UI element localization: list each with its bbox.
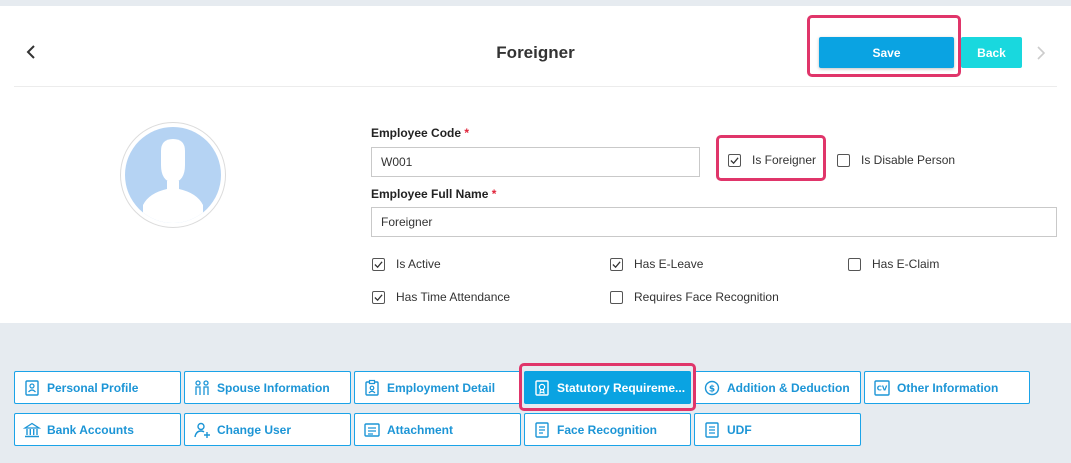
checkmark-icon <box>612 260 621 268</box>
checkmark-icon <box>374 293 383 301</box>
checkbox-box[interactable] <box>848 257 861 271</box>
checkbox-box[interactable] <box>728 153 741 167</box>
cv-icon: CV <box>874 379 890 396</box>
required-mark: * <box>464 126 470 140</box>
bank-icon <box>23 422 41 437</box>
tab-label: Attachment <box>387 422 454 437</box>
profile-card-icon <box>25 379 39 396</box>
tab-label: Statutory Requireme... <box>557 380 686 395</box>
is-active-label: Is Active <box>396 257 441 271</box>
has-e-leave-checkbox[interactable]: Has E-Leave <box>610 257 703 271</box>
employee-code-label: Employee Code * <box>371 126 470 140</box>
employee-card: Foreigner Save Back Employee Code * Is F… <box>0 6 1071 323</box>
udf-icon <box>705 421 719 438</box>
tab-other-information[interactable]: CV Other Information <box>864 371 1030 404</box>
document-badge-icon <box>535 379 549 396</box>
has-e-claim-checkbox[interactable]: Has E-Claim <box>848 257 939 271</box>
has-e-claim-label: Has E-Claim <box>872 257 940 271</box>
employee-full-name-label: Employee Full Name * <box>371 187 497 201</box>
checkbox-box[interactable] <box>610 257 623 271</box>
tab-face-recognition[interactable]: Face Recognition <box>524 413 691 446</box>
tab-udf[interactable]: UDF <box>694 413 861 446</box>
back-button[interactable]: Back <box>961 37 1022 68</box>
checkbox-box[interactable] <box>372 257 385 271</box>
tab-label: UDF <box>727 422 752 437</box>
tab-spouse-information[interactable]: Spouse Information <box>184 371 351 404</box>
tab-bank-accounts[interactable]: Bank Accounts <box>14 413 181 446</box>
is-active-checkbox[interactable]: Is Active <box>372 257 441 271</box>
tab-employment-detail[interactable]: Employment Detail <box>354 371 521 404</box>
requires-face-recognition-label: Requires Face Recognition <box>634 290 779 304</box>
svg-text:CV: CV <box>877 384 888 392</box>
employee-full-name-input[interactable] <box>371 207 1057 237</box>
save-button[interactable]: Save <box>819 37 954 68</box>
tab-label: Bank Accounts <box>47 422 134 437</box>
tab-label: Addition & Deduction <box>727 380 850 395</box>
is-disable-person-label: Is Disable Person <box>861 153 956 167</box>
couple-icon <box>195 379 209 395</box>
tab-attachment[interactable]: Attachment <box>354 413 521 446</box>
requires-face-recognition-checkbox[interactable]: Requires Face Recognition <box>610 290 779 304</box>
has-time-attendance-checkbox[interactable]: Has Time Attendance <box>372 290 510 304</box>
avatar-placeholder-icon <box>125 127 221 223</box>
has-time-attendance-label: Has Time Attendance <box>396 290 511 304</box>
svg-text:$: $ <box>709 384 715 394</box>
checkbox-box[interactable] <box>837 153 850 167</box>
tab-label: Other Information <box>897 380 999 395</box>
checkmark-icon <box>374 260 383 268</box>
employee-code-input[interactable] <box>371 147 700 177</box>
is-foreigner-checkbox[interactable]: Is Foreigner <box>728 153 816 167</box>
clipboard-user-icon <box>365 379 379 396</box>
checkbox-box[interactable] <box>372 290 385 304</box>
avatar[interactable] <box>120 122 226 228</box>
tab-change-user[interactable]: Change User <box>184 413 351 446</box>
is-disable-person-checkbox[interactable]: Is Disable Person <box>837 153 955 167</box>
required-mark: * <box>491 187 497 201</box>
header-divider <box>14 86 1057 87</box>
checkmark-icon <box>730 156 739 164</box>
has-e-leave-label: Has E-Leave <box>634 257 704 271</box>
tab-statutory-requirements[interactable]: Statutory Requireme... <box>524 371 691 404</box>
tab-label: Employment Detail <box>387 380 496 395</box>
chevron-right-icon[interactable] <box>1034 43 1048 63</box>
tab-label: Personal Profile <box>47 380 139 395</box>
tab-personal-profile[interactable]: Personal Profile <box>14 371 181 404</box>
user-plus-icon <box>194 422 210 438</box>
tab-addition-deduction[interactable]: $ Addition & Deduction <box>694 371 861 404</box>
is-foreigner-label: Is Foreigner <box>752 153 817 167</box>
face-id-icon <box>535 421 549 438</box>
checkbox-box[interactable] <box>610 290 623 304</box>
attachment-icon <box>364 422 380 437</box>
tab-label: Face Recognition <box>557 422 658 437</box>
tab-label: Spouse Information <box>217 380 330 395</box>
money-cycle-icon: $ <box>704 380 720 395</box>
tab-label: Change User <box>217 422 292 437</box>
